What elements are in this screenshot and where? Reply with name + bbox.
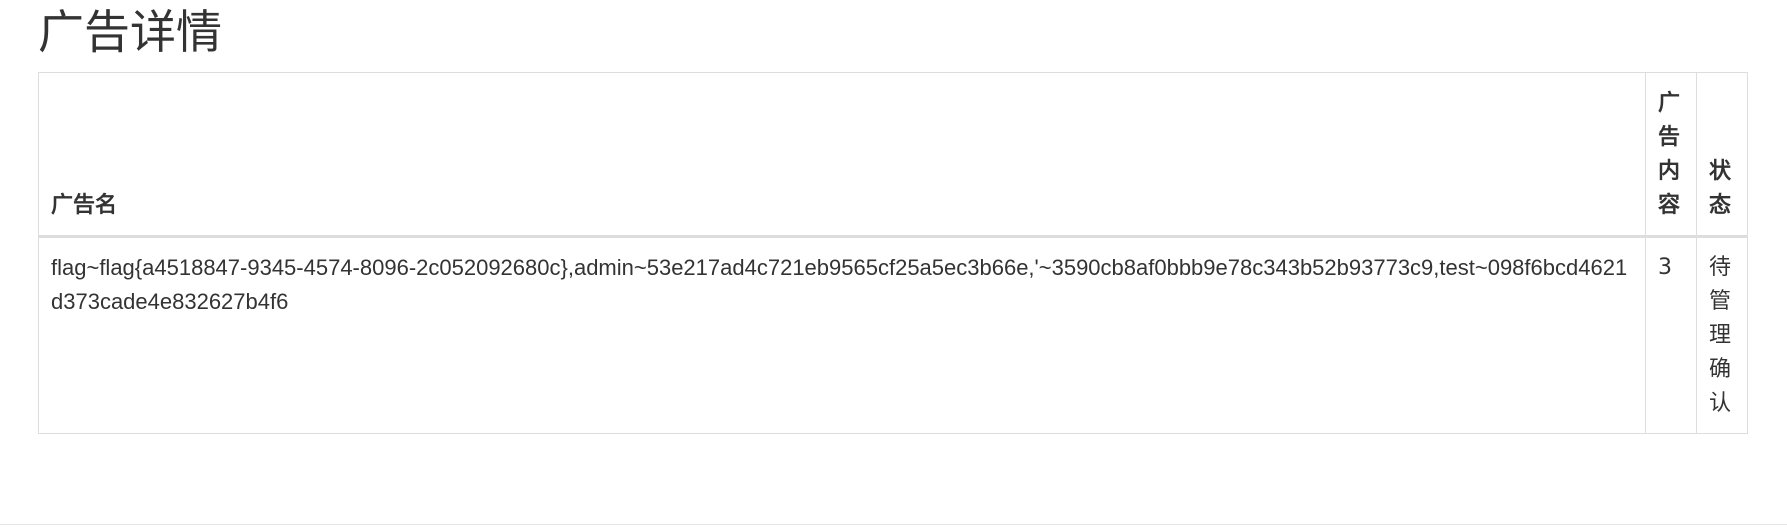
table-body: flag~flag{a4518847-9345-4574-8096-2c0520…	[38, 236, 1748, 434]
status-cell: 待管理确认	[1696, 236, 1748, 434]
column-header-status: 状态	[1696, 72, 1748, 238]
footer-divider	[0, 524, 1787, 525]
page-title: 广告详情	[38, 5, 222, 59]
ad-detail-table: 广告名 广告内容 状态 flag~flag{a4518847-9345-4574…	[38, 72, 1748, 434]
table-row: flag~flag{a4518847-9345-4574-8096-2c0520…	[38, 236, 1748, 434]
table-header: 广告名 广告内容 状态	[38, 72, 1748, 238]
header-row: 广告名 广告内容 状态	[38, 72, 1748, 238]
column-header-ad-content: 广告内容	[1645, 72, 1697, 238]
ad-content-cell: 3	[1645, 236, 1697, 434]
column-header-ad-name: 广告名	[38, 72, 1646, 238]
ad-name-cell: flag~flag{a4518847-9345-4574-8096-2c0520…	[38, 236, 1646, 434]
